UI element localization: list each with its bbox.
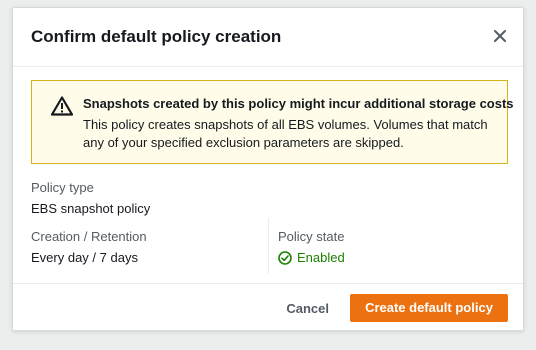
close-icon[interactable] xyxy=(491,27,509,45)
modal-footer: Cancel Create default policy xyxy=(13,283,523,332)
alert-title: Snapshots created by this policy might i… xyxy=(83,96,514,111)
alert-body: This policy creates snapshots of all EBS… xyxy=(83,117,488,150)
creation-retention-value: Every day / 7 days xyxy=(31,250,138,265)
creation-retention-label: Creation / Retention xyxy=(31,229,147,244)
confirm-policy-modal: Confirm default policy creation Snapshot… xyxy=(12,7,524,331)
modal-header: Confirm default policy creation xyxy=(13,8,523,67)
cancel-button[interactable]: Cancel xyxy=(280,295,335,323)
column-divider xyxy=(268,218,269,274)
warning-icon xyxy=(50,96,74,116)
warning-alert: Snapshots created by this policy might i… xyxy=(31,80,514,164)
policy-state-label: Policy state xyxy=(278,229,345,244)
policy-state-text: Enabled xyxy=(297,250,345,265)
create-default-policy-button[interactable]: Create default policy xyxy=(350,294,508,322)
policy-state-value: Enabled xyxy=(278,250,345,265)
policy-type-value: EBS snapshot policy xyxy=(31,201,151,216)
check-circle-icon xyxy=(278,250,292,265)
modal-title: Confirm default policy creation xyxy=(31,27,282,46)
policy-type-label: Policy type xyxy=(31,180,94,195)
